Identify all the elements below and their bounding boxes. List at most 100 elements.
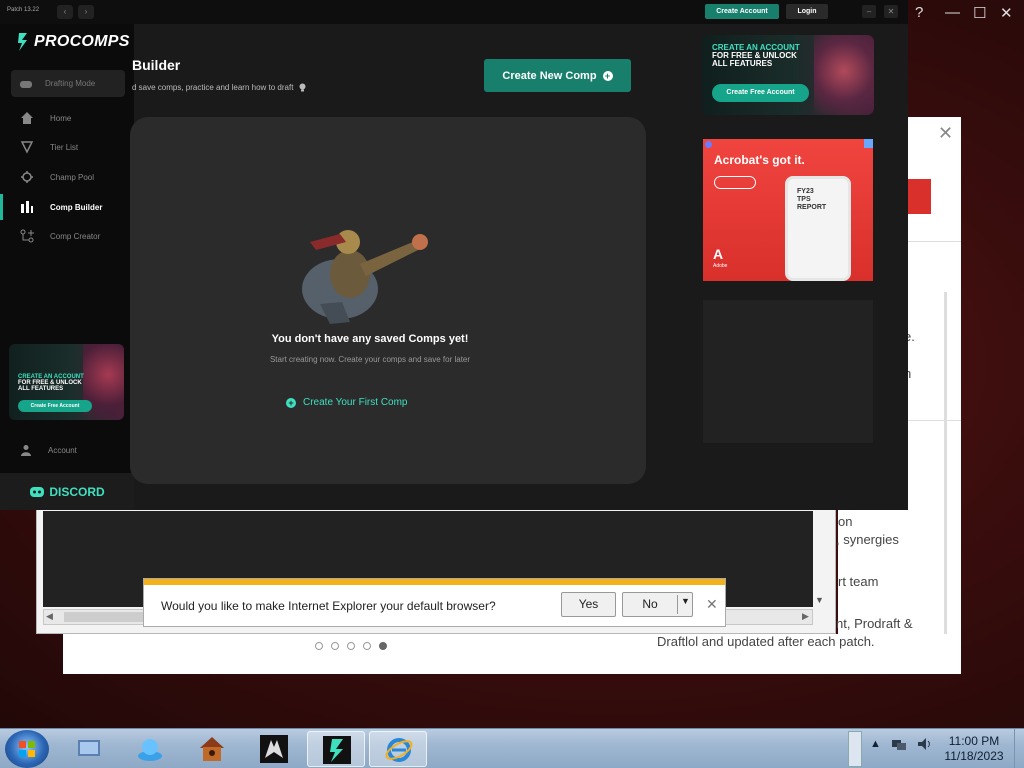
- back-button[interactable]: ‹: [57, 5, 73, 19]
- acrobat-ad[interactable]: Acrobat's got it. FY23 TPS REPORT A Adob…: [703, 139, 873, 281]
- scroll-thumb[interactable]: [64, 612, 144, 622]
- logo-text: PROCOMPS: [34, 33, 130, 50]
- taskbar-scroll[interactable]: [848, 731, 862, 767]
- red-button[interactable]: [908, 179, 931, 214]
- procomps-icon: [323, 736, 351, 764]
- text-fragment: , synergies: [836, 532, 899, 547]
- drafting-mode-label: Drafting Mode: [45, 79, 96, 88]
- wolf-icon: [260, 735, 288, 763]
- no-button[interactable]: No ▼: [622, 592, 693, 617]
- ad-cta-button[interactable]: [714, 176, 756, 189]
- clock[interactable]: 11:00 PM 11/18/2023: [936, 734, 1012, 764]
- help-icon[interactable]: ?: [915, 4, 923, 21]
- tier-list-icon: [20, 141, 34, 154]
- ad-choices-icon[interactable]: [705, 141, 712, 148]
- account-promo-ad[interactable]: CREATE AN ACCOUNT FOR FREE & UNLOCK ALL …: [702, 35, 874, 115]
- app-minimize-button[interactable]: –: [862, 5, 876, 18]
- page-title: Builder: [132, 57, 181, 73]
- champion-illustration: [302, 230, 428, 324]
- taskbar-explorer[interactable]: [60, 731, 118, 767]
- taskbar-nova[interactable]: [121, 731, 179, 767]
- explorer-icon: [78, 740, 100, 756]
- prompt-question: Would you like to make Internet Explorer…: [161, 599, 496, 613]
- show-desktop-button[interactable]: [1014, 729, 1024, 768]
- dropdown-arrow-icon[interactable]: ▼: [681, 596, 690, 606]
- maximize-icon[interactable]: ☐: [973, 4, 986, 22]
- create-first-comp-link[interactable]: + Create Your First Comp: [286, 397, 408, 408]
- adobe-logo-icon: A: [713, 246, 724, 262]
- sidebar-item-account[interactable]: Account: [20, 444, 77, 456]
- network-icon[interactable]: [891, 737, 907, 751]
- ad-info-icon[interactable]: [864, 139, 873, 148]
- clock-time: 11:00 PM: [948, 734, 1000, 748]
- carousel-dot-active[interactable]: [379, 642, 387, 650]
- phone-illustration: FY23 TPS REPORT: [785, 176, 851, 281]
- champ-pool-icon: [21, 171, 33, 183]
- taskbar-internet-explorer[interactable]: [369, 731, 427, 767]
- create-new-comp-button[interactable]: Create New Comp +: [484, 59, 631, 92]
- promo-text: CREATE AN ACCOUNT FOR FREE & UNLOCK ALL …: [18, 374, 84, 392]
- carousel-dot[interactable]: [347, 642, 355, 650]
- text-fragment: rt team: [838, 574, 879, 589]
- carousel-dot[interactable]: [331, 642, 339, 650]
- sidebar: PROCOMPS Drafting Mode Home Tier List Ch…: [0, 24, 134, 510]
- carousel-dot[interactable]: [363, 642, 371, 650]
- scroll-down-arrow-icon[interactable]: ▼: [815, 595, 824, 605]
- sidebar-item-champ-pool[interactable]: Champ Pool: [0, 164, 134, 190]
- page-subtitle: d save comps, practice and learn how to …: [132, 83, 306, 92]
- promo-text: CREATE AN ACCOUNT FOR FREE & UNLOCK ALL …: [712, 43, 800, 68]
- home-icon: [21, 112, 33, 124]
- internet-explorer-icon: [385, 738, 413, 762]
- sidebar-item-label: Home: [50, 113, 72, 123]
- taskbar-wolf[interactable]: [245, 731, 303, 767]
- plus-circle-icon: +: [286, 397, 296, 408]
- champion-art: [814, 35, 874, 115]
- create-free-account-button[interactable]: Create Free Account: [712, 84, 809, 102]
- sidebar-promo-banner[interactable]: CREATE AN ACCOUNT FOR FREE & UNLOCK ALL …: [9, 344, 124, 420]
- forward-button[interactable]: ›: [78, 5, 94, 19]
- scroll-left-icon[interactable]: ◀: [46, 611, 53, 622]
- create-account-button[interactable]: Create Account: [705, 4, 779, 19]
- close-prompt-icon[interactable]: ✕: [706, 596, 718, 613]
- login-button[interactable]: Login: [786, 4, 828, 19]
- scrollbar[interactable]: [944, 292, 947, 647]
- ad-headline: Acrobat's got it.: [714, 153, 805, 167]
- comp-creator-icon: [20, 229, 34, 243]
- gamepad-icon: [20, 80, 32, 88]
- empty-subtitle: Start creating now. Create your comps an…: [269, 355, 471, 364]
- ad-placeholder: [703, 300, 873, 443]
- system-tray: ▲: [870, 737, 933, 751]
- start-button[interactable]: [5, 730, 49, 768]
- close-icon[interactable]: ✕: [1000, 4, 1013, 22]
- divider: [908, 241, 961, 242]
- volume-icon[interactable]: [917, 737, 933, 751]
- empty-state-card: You don't have any saved Comps yet! Star…: [130, 117, 646, 484]
- close-popup-icon[interactable]: ✕: [938, 123, 953, 144]
- adobe-label: Adobe: [713, 263, 728, 269]
- minimize-icon[interactable]: —: [945, 4, 960, 21]
- sidebar-item-comp-builder[interactable]: Comp Builder: [0, 194, 134, 220]
- text-fragment: nt, Prodraft &: [836, 616, 913, 631]
- divider: [908, 420, 961, 421]
- drafting-mode-button[interactable]: Drafting Mode: [11, 70, 125, 97]
- discord-icon: [30, 486, 45, 497]
- discord-button[interactable]: DISCORD: [0, 473, 134, 510]
- empty-title: You don't have any saved Comps yet!: [271, 333, 469, 345]
- procomps-logo[interactable]: PROCOMPS: [16, 32, 130, 52]
- carousel-dot[interactable]: [315, 642, 323, 650]
- scroll-right-icon[interactable]: ▶: [802, 611, 809, 622]
- plus-icon: +: [602, 70, 613, 81]
- taskbar-procomps[interactable]: [307, 731, 365, 767]
- app-close-button[interactable]: ✕: [884, 5, 898, 18]
- show-hidden-icons-icon[interactable]: ▲: [870, 738, 881, 750]
- sidebar-item-home[interactable]: Home: [0, 105, 134, 131]
- create-free-account-button[interactable]: Create Free Account: [18, 400, 92, 412]
- clock-date: 11/18/2023: [944, 749, 1004, 763]
- yes-button[interactable]: Yes: [561, 592, 616, 617]
- patch-label: Patch 13.22: [7, 7, 40, 13]
- ie-default-browser-prompt: Would you like to make Internet Explorer…: [143, 578, 726, 627]
- taskbar-birdhouse[interactable]: [183, 731, 241, 767]
- sidebar-item-comp-creator[interactable]: Comp Creator: [0, 223, 134, 249]
- windows-logo-icon: [19, 741, 35, 757]
- sidebar-item-tier-list[interactable]: Tier List: [0, 134, 134, 160]
